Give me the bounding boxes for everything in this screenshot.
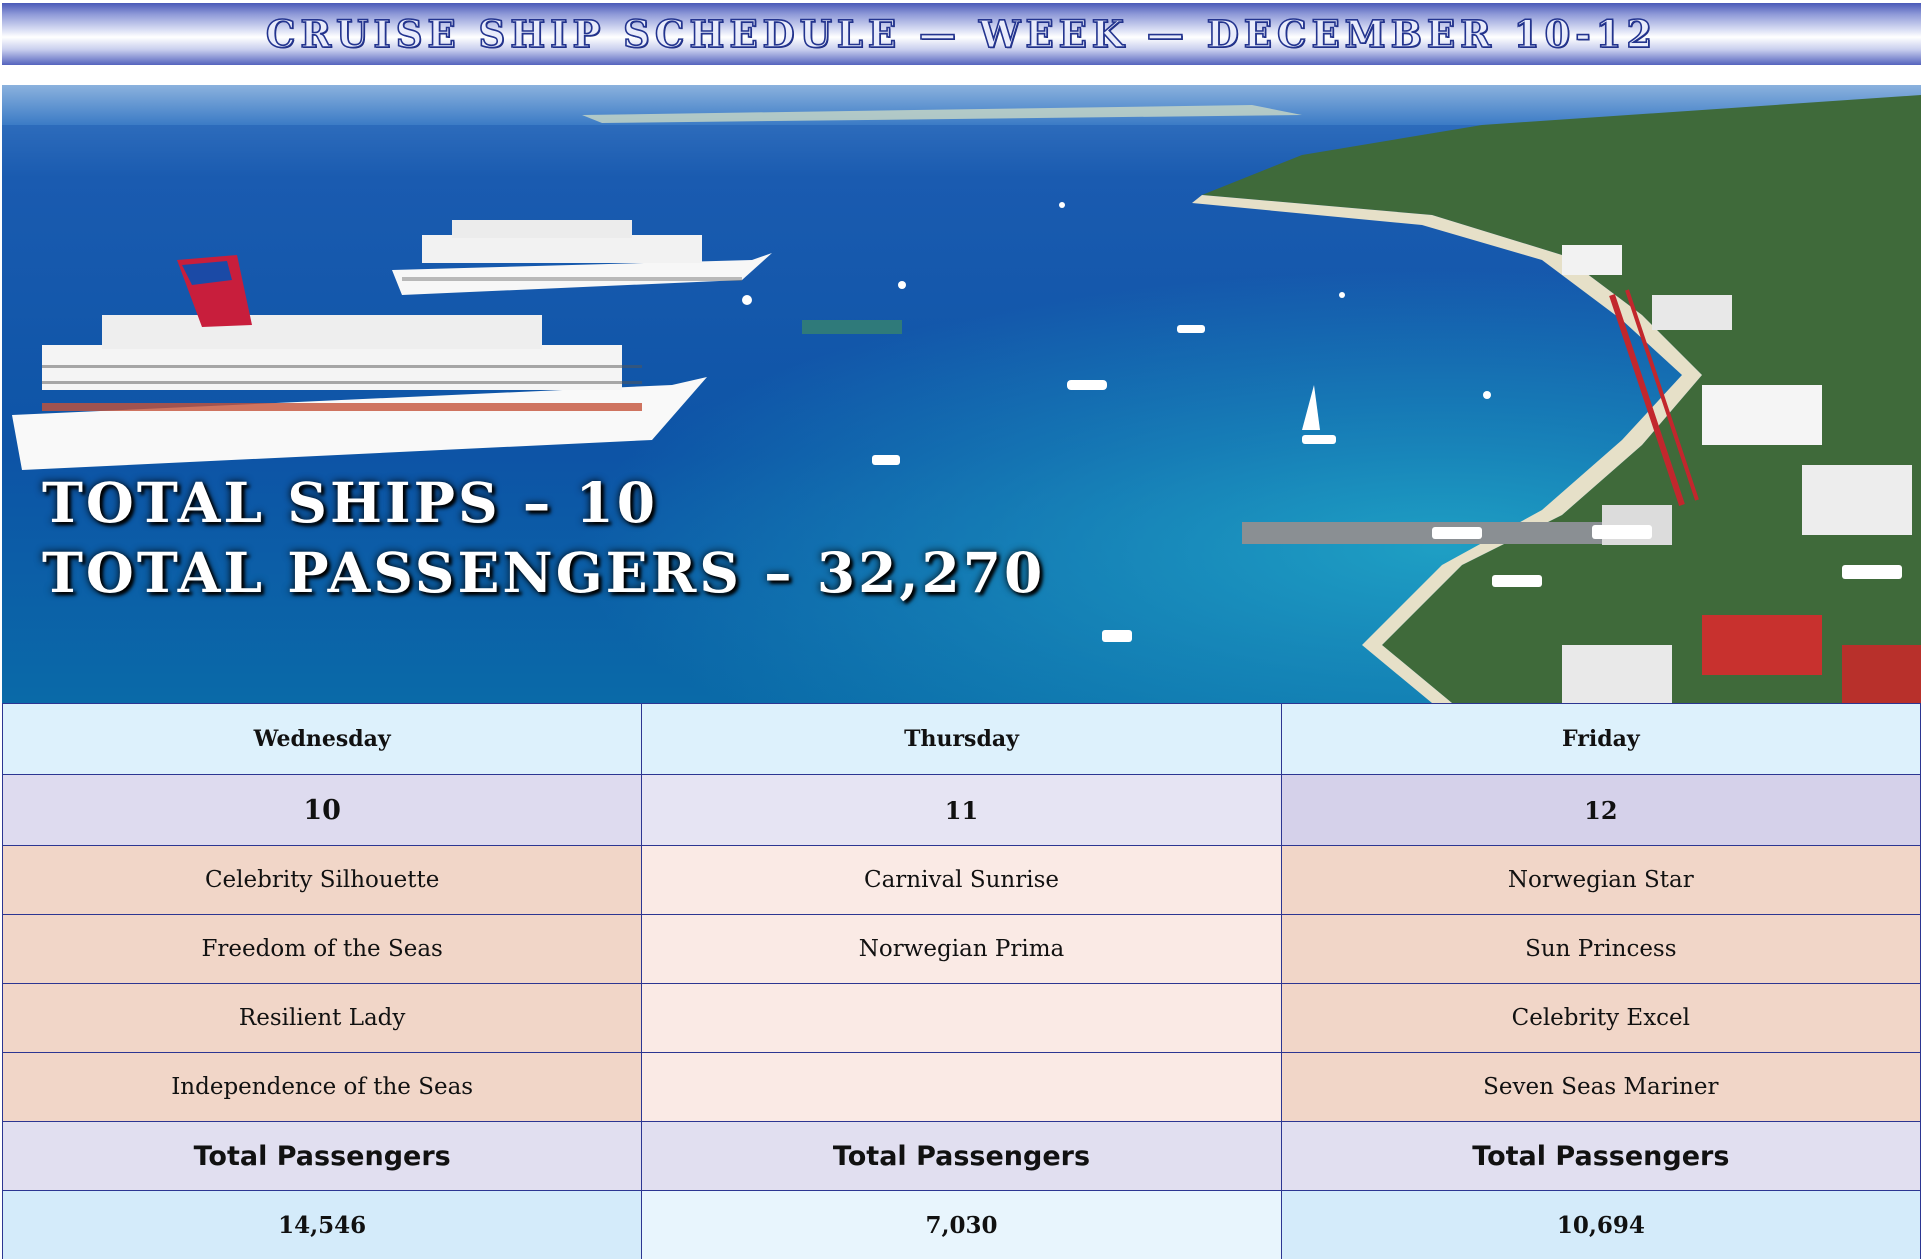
ship-cell: Sun Princess bbox=[1280, 914, 1922, 984]
ship-cell: Independence of the Seas bbox=[1, 1052, 643, 1122]
ship-cell bbox=[641, 1052, 1282, 1122]
total-value: 14,546 bbox=[1, 1190, 643, 1259]
ship-cell: Norwegian Prima bbox=[641, 914, 1282, 984]
ship-cell: Resilient Lady bbox=[1, 983, 643, 1053]
total-ships-text: TOTAL SHIPS – 10 bbox=[42, 470, 659, 535]
total-label: Total Passengers bbox=[1, 1121, 643, 1191]
ship-row: Freedom of the Seas Norwegian Prima Sun … bbox=[1, 914, 1922, 984]
total-passengers-text: TOTAL PASSENGERS – 32,270 bbox=[42, 540, 1046, 605]
ship-row: Resilient Lady Celebrity Excel bbox=[1, 983, 1922, 1053]
day-header: Wednesday bbox=[1, 703, 643, 775]
ship-row: Celebrity Silhouette Carnival Sunrise No… bbox=[1, 845, 1922, 915]
schedule-page: CRUISE SHIP SCHEDULE — WEEK — DECEMBER 1… bbox=[0, 0, 1923, 1259]
day-header: Friday bbox=[1280, 703, 1922, 775]
ship-row: Independence of the Seas Seven Seas Mari… bbox=[1, 1052, 1922, 1122]
total-row: 14,546 7,030 10,694 bbox=[1, 1190, 1922, 1259]
title-banner: CRUISE SHIP SCHEDULE — WEEK — DECEMBER 1… bbox=[2, 3, 1921, 65]
ship-cell: Norwegian Star bbox=[1280, 845, 1922, 915]
ship-cell: Carnival Sunrise bbox=[641, 845, 1282, 915]
total-label-row: Total Passengers Total Passengers Total … bbox=[1, 1121, 1922, 1191]
total-label: Total Passengers bbox=[1280, 1121, 1922, 1191]
ship-cell bbox=[641, 983, 1282, 1053]
harbor-illustration bbox=[2, 85, 1921, 703]
schedule-table: Wednesday Thursday Friday 10 11 12 Celeb… bbox=[1, 703, 1922, 1259]
day-header-row: Wednesday Thursday Friday bbox=[1, 703, 1922, 775]
date-cell: 10 bbox=[1, 774, 643, 846]
day-header: Thursday bbox=[641, 703, 1282, 775]
ship-cell: Seven Seas Mariner bbox=[1280, 1052, 1922, 1122]
ship-cell: Freedom of the Seas bbox=[1, 914, 643, 984]
total-value: 10,694 bbox=[1280, 1190, 1922, 1259]
page-title: CRUISE SHIP SCHEDULE — WEEK — DECEMBER 1… bbox=[265, 11, 1658, 57]
total-value: 7,030 bbox=[641, 1190, 1282, 1259]
harbor-photo: TOTAL SHIPS – 10 TOTAL PASSENGERS – 32,2… bbox=[2, 85, 1921, 703]
date-cell: 11 bbox=[641, 774, 1282, 846]
ship-cell: Celebrity Excel bbox=[1280, 983, 1922, 1053]
date-cell: 12 bbox=[1280, 774, 1922, 846]
ship-cell: Celebrity Silhouette bbox=[1, 845, 643, 915]
date-row: 10 11 12 bbox=[1, 774, 1922, 846]
total-label: Total Passengers bbox=[641, 1121, 1282, 1191]
